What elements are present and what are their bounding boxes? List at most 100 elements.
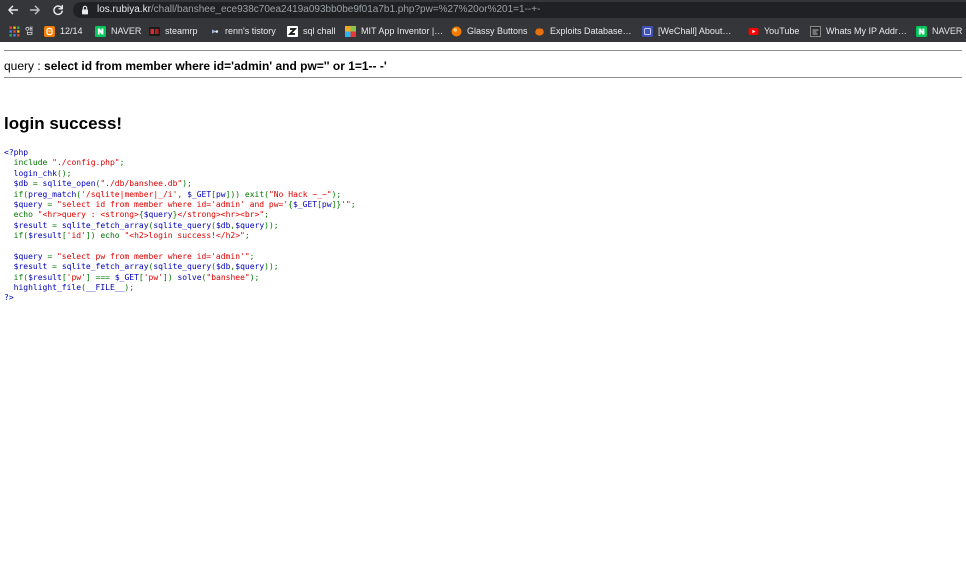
reload-button[interactable]: [51, 3, 65, 17]
query-text: select id from member where id='admin' a…: [44, 59, 387, 73]
code-token: login_chk: [4, 168, 57, 178]
bookmarks-bar: 앱 12/14 NAVER steamrp renn's tistory sql…: [0, 20, 966, 42]
code-token: 'pw': [143, 272, 163, 282]
code-token: $result: [4, 220, 48, 230]
code-token: 'id': [66, 231, 86, 241]
code-token: 'pw': [66, 272, 86, 282]
bookmark-naver[interactable]: NAVER: [95, 25, 141, 37]
code-token: $db: [215, 220, 231, 230]
bookmark-youtube[interactable]: YouTube: [748, 25, 799, 37]
code-line: $db = sqlite_open("./db/banshee.db");: [4, 179, 356, 189]
code-token: '": [341, 199, 351, 209]
code-token: );: [249, 272, 260, 282]
bookmark-renns-tistory[interactable]: renn's tistory: [209, 25, 276, 37]
code-token: "./config.php": [52, 158, 120, 168]
address-bar[interactable]: los.rubiya.kr/chall/banshee_ece938c70ea2…: [73, 2, 966, 18]
code-line: ?>: [4, 293, 356, 303]
code-token: pw: [215, 189, 226, 199]
code-token: $_GET: [187, 189, 212, 199]
code-line: $query = "select id from member where id…: [4, 200, 356, 210]
bookmark-sql-chall[interactable]: sql chall: [287, 25, 336, 37]
code-token: '/sqlite|member|_/i': [81, 189, 178, 199]
mit-app-inventor-icon: [345, 25, 356, 37]
code-token: $query: [4, 199, 43, 209]
code-token: "No Hack ~_~": [268, 189, 332, 199]
code-token: $query: [4, 251, 43, 261]
query-label: query :: [4, 59, 45, 73]
url-path: /chall/banshee_ece938c70ea2419a093bb0be9…: [150, 4, 541, 15]
code-token: sqlite_query: [153, 220, 212, 230]
bookmark-blogger[interactable]: 12/14: [44, 25, 83, 37]
code-token: =: [47, 262, 62, 272]
bookmark-label: Whats My IP Addr…: [826, 26, 907, 36]
code-token: ;: [119, 158, 125, 168]
code-token: $result: [28, 231, 62, 241]
code-token: "<h2>login success!</h2>": [124, 231, 245, 241]
code-token: $db: [4, 179, 29, 189]
naver-icon: [95, 25, 106, 37]
code-token: =: [28, 179, 43, 189]
code-token: );: [182, 179, 192, 189]
bookmark-label: NAVER: [932, 26, 963, 36]
code-token: ]) echo: [85, 231, 125, 241]
back-arrow-icon: [8, 5, 19, 15]
browser-toolbar: los.rubiya.kr/chall/banshee_ece938c70ea2…: [0, 0, 966, 20]
code-token: sqlite_fetch_array: [61, 220, 149, 230]
steamrp-icon: [149, 26, 160, 36]
forward-arrow-icon: [29, 5, 40, 15]
code-token: $_GET: [293, 199, 318, 209]
code-token: $db: [215, 262, 231, 272]
code-token: $query: [235, 262, 265, 272]
bookmark-glassy-buttons[interactable]: Glassy Buttons: [451, 25, 528, 37]
code-token: sqlite_fetch_array: [61, 262, 149, 272]
exploit-db-icon: [535, 27, 544, 36]
bookmark-label: Glassy Buttons: [467, 26, 528, 36]
bookmark-whats-my-ip[interactable]: Whats My IP Addr…: [810, 25, 907, 37]
url-host: los.rubiya.kr: [97, 4, 151, 15]
code-token: "./db/banshee.db": [100, 179, 183, 189]
z-icon: [287, 25, 298, 37]
code-token: );: [124, 283, 135, 293]
bookmark-label: 12/14: [60, 26, 83, 36]
code-token: if(: [4, 189, 29, 199]
forward-button[interactable]: [28, 3, 42, 17]
code-line: if(preg_match('/sqlite|member|_/i', $_GE…: [4, 190, 356, 200]
bookmark-wechall[interactable]: [WeChall] About…: [642, 25, 731, 37]
code-token: "<hr>query : <strong>: [37, 210, 139, 220]
code-line: if($result['id']) echo "<h2>login succes…: [4, 231, 356, 241]
code-token: "select pw from member where id='admin'": [56, 251, 250, 261]
glassy-buttons-icon: [451, 26, 462, 36]
apps-grid-icon: [9, 26, 20, 36]
code-line: include "./config.php";: [4, 158, 356, 168]
query-line: query : select id from member where id='…: [4, 59, 387, 73]
code-token: pw: [321, 199, 332, 209]
code-token: </strong><hr><br>": [177, 210, 265, 220]
code-token: $result: [28, 272, 62, 282]
code-token: echo: [4, 210, 38, 220]
code-token: preg_match: [28, 189, 77, 199]
bookmark-label: steamrp: [165, 26, 198, 36]
bookmark-label: NAVER: [111, 26, 142, 36]
bookmark-label: sql chall: [303, 26, 336, 36]
bookmark-apps[interactable]: 앱: [9, 25, 33, 37]
code-token: ;: [350, 199, 356, 209]
code-token: highlight_file: [4, 283, 82, 293]
bookmark-steamrp[interactable]: steamrp: [149, 25, 198, 37]
code-token: if(: [4, 231, 29, 241]
code-token: include: [4, 158, 53, 168]
code-token: ;: [244, 231, 250, 241]
code-token: ]): [163, 272, 178, 282]
bookmark-mit-app-inventor[interactable]: MIT App Inventor |…: [345, 25, 443, 37]
lock-icon: [82, 5, 88, 15]
code-token: =: [42, 199, 57, 209]
code-token: if(: [4, 272, 29, 282]
code-token: <?php: [4, 148, 29, 157]
divider-bottom: [4, 77, 962, 78]
code-line: $result = sqlite_fetch_array(sqlite_quer…: [4, 262, 356, 272]
back-button[interactable]: [6, 3, 20, 17]
bookmark-naver-2[interactable]: NAVER: [916, 25, 962, 37]
bookmark-label: YouTube: [764, 26, 800, 36]
code-token: =: [47, 220, 62, 230]
code-token: ));: [264, 220, 279, 230]
bookmark-exploits-database[interactable]: Exploits Database…: [534, 25, 632, 37]
